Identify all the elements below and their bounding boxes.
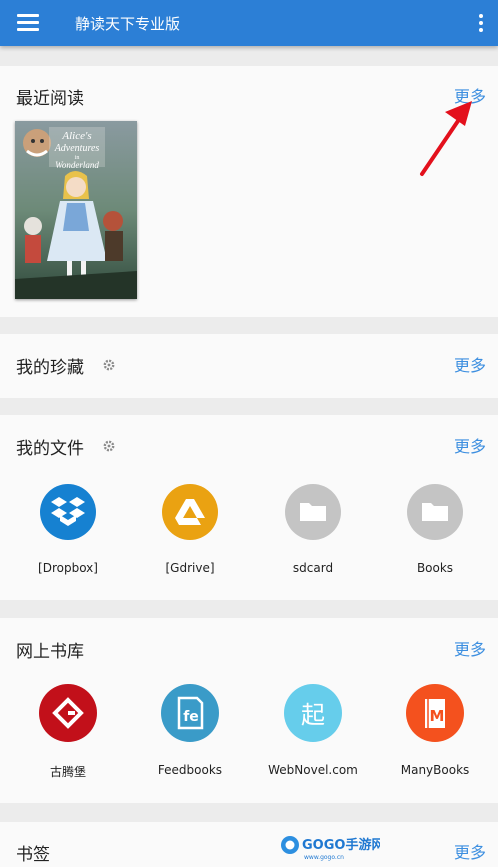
library-item-webnovel[interactable]: 起 WebNovel.com [258,684,368,777]
section-title-files: 我的文件 [16,439,84,459]
watermark-logo: GOGO手游网 www.gogo.cn [280,833,384,865]
library-item-feedbooks[interactable]: fe Feedbooks [135,684,245,777]
file-item-label: Books [416,561,454,575]
gear-icon[interactable] [103,356,115,371]
folder-icon [285,484,341,540]
menu-icon[interactable] [17,14,39,32]
folder-icon [407,484,463,540]
cover-title-4: Wonderland [55,160,99,170]
favorites-more-link[interactable]: 更多 [454,352,486,376]
webnovel-icon-text: 起 [301,701,325,729]
file-item-dropbox[interactable]: [Dropbox] [13,484,123,575]
file-item-books[interactable]: Books [380,484,490,575]
library-item-gutenberg[interactable]: 古腾堡 [13,684,123,780]
library-item-label: 古腾堡 [49,765,86,779]
gear-icon[interactable] [103,437,115,452]
recent-book-cover[interactable]: Alice's Adventures in Wonderland [15,121,137,299]
recent-more-link[interactable]: 更多 [454,83,486,107]
watermark-url: www.gogo.cn [304,854,344,861]
library-item-manybooks[interactable]: M ManyBooks [380,684,490,777]
manybooks-icon: M [406,684,464,742]
watermark-brand: GOGO手游网 [302,837,380,853]
feedbooks-icon: fe [161,684,219,742]
favorites-card: 我的珍藏 更多 [0,334,498,398]
dropbox-icon [40,484,96,540]
file-item-label: [Dropbox] [38,561,98,575]
cover-title-1: Alice's [61,130,91,142]
section-title-library: 网上书库 [16,642,84,662]
library-item-label: WebNovel.com [268,763,358,777]
webnovel-icon: 起 [284,684,342,742]
file-item-gdrive[interactable]: [Gdrive] [135,484,245,575]
section-title-recent: 最近阅读 [16,89,84,109]
section-title-favorites: 我的珍藏 [16,358,84,378]
file-item-label: sdcard [292,561,334,575]
file-item-label: [Gdrive] [165,561,215,575]
gutenberg-icon [39,684,97,742]
library-item-label: Feedbooks [157,763,223,777]
section-title-bookmarks: 书签 [16,845,50,865]
manybooks-icon-text: M [430,707,445,725]
app-title: 静读天下专业版 [75,15,181,33]
library-more-link[interactable]: 更多 [454,636,486,660]
files-more-link[interactable]: 更多 [454,433,486,457]
online-library-card: 网上书库 更多 古腾堡 fe Feedbooks 起 WebNovel.com [0,618,498,803]
app-bar: 静读天下专业版 [0,0,498,46]
google-drive-icon [162,484,218,540]
bookmarks-card: 书签 更多 [0,822,498,867]
feedbooks-icon-text: fe [183,709,199,725]
library-item-label: ManyBooks [400,763,470,777]
file-item-sdcard[interactable]: sdcard [258,484,368,575]
my-files-card: 我的文件 更多 [Dropbox] [Gdrive] sdcard Books [0,415,498,600]
cover-title-2: Adventures [54,143,100,154]
bookmarks-more-link[interactable]: 更多 [454,839,486,863]
overflow-menu-icon[interactable] [478,14,484,32]
